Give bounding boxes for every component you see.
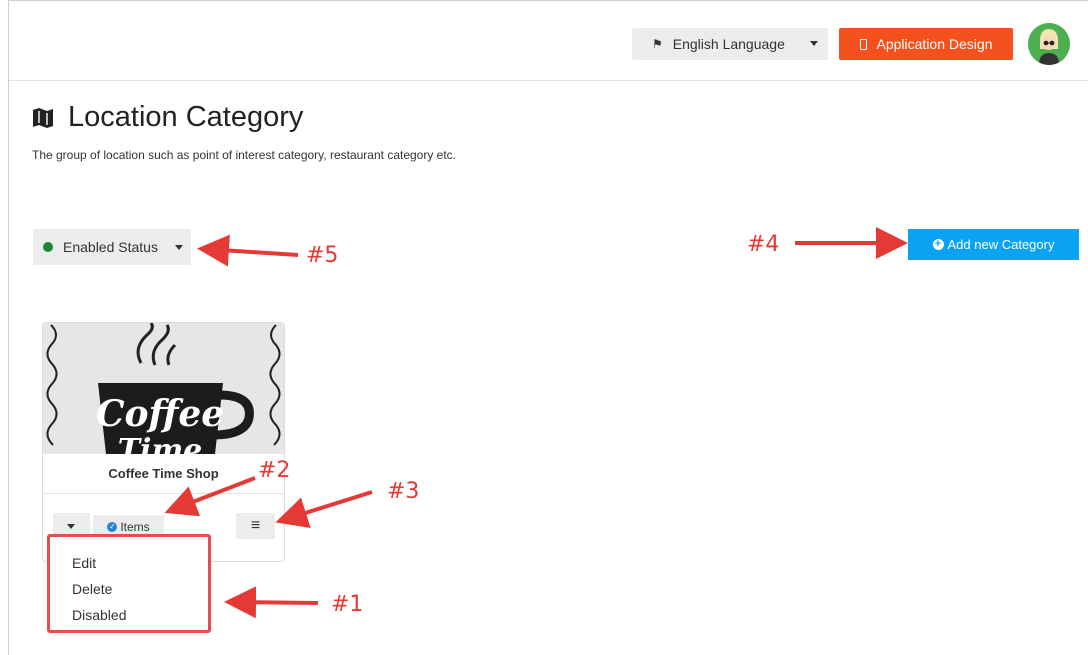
annotation-label-two: #2 (258, 458, 291, 483)
arrow-three (275, 490, 373, 529)
annotation-arrows (164, 227, 908, 619)
arrow-five (197, 234, 299, 267)
arrow-one (224, 586, 319, 619)
annotation-label-one: #1 (331, 592, 364, 617)
arrow-two (164, 476, 256, 517)
annotation-label-four: #4 (747, 232, 780, 257)
annotation-label-five: #5 (306, 243, 339, 268)
annotation-label-three: #3 (387, 479, 420, 504)
